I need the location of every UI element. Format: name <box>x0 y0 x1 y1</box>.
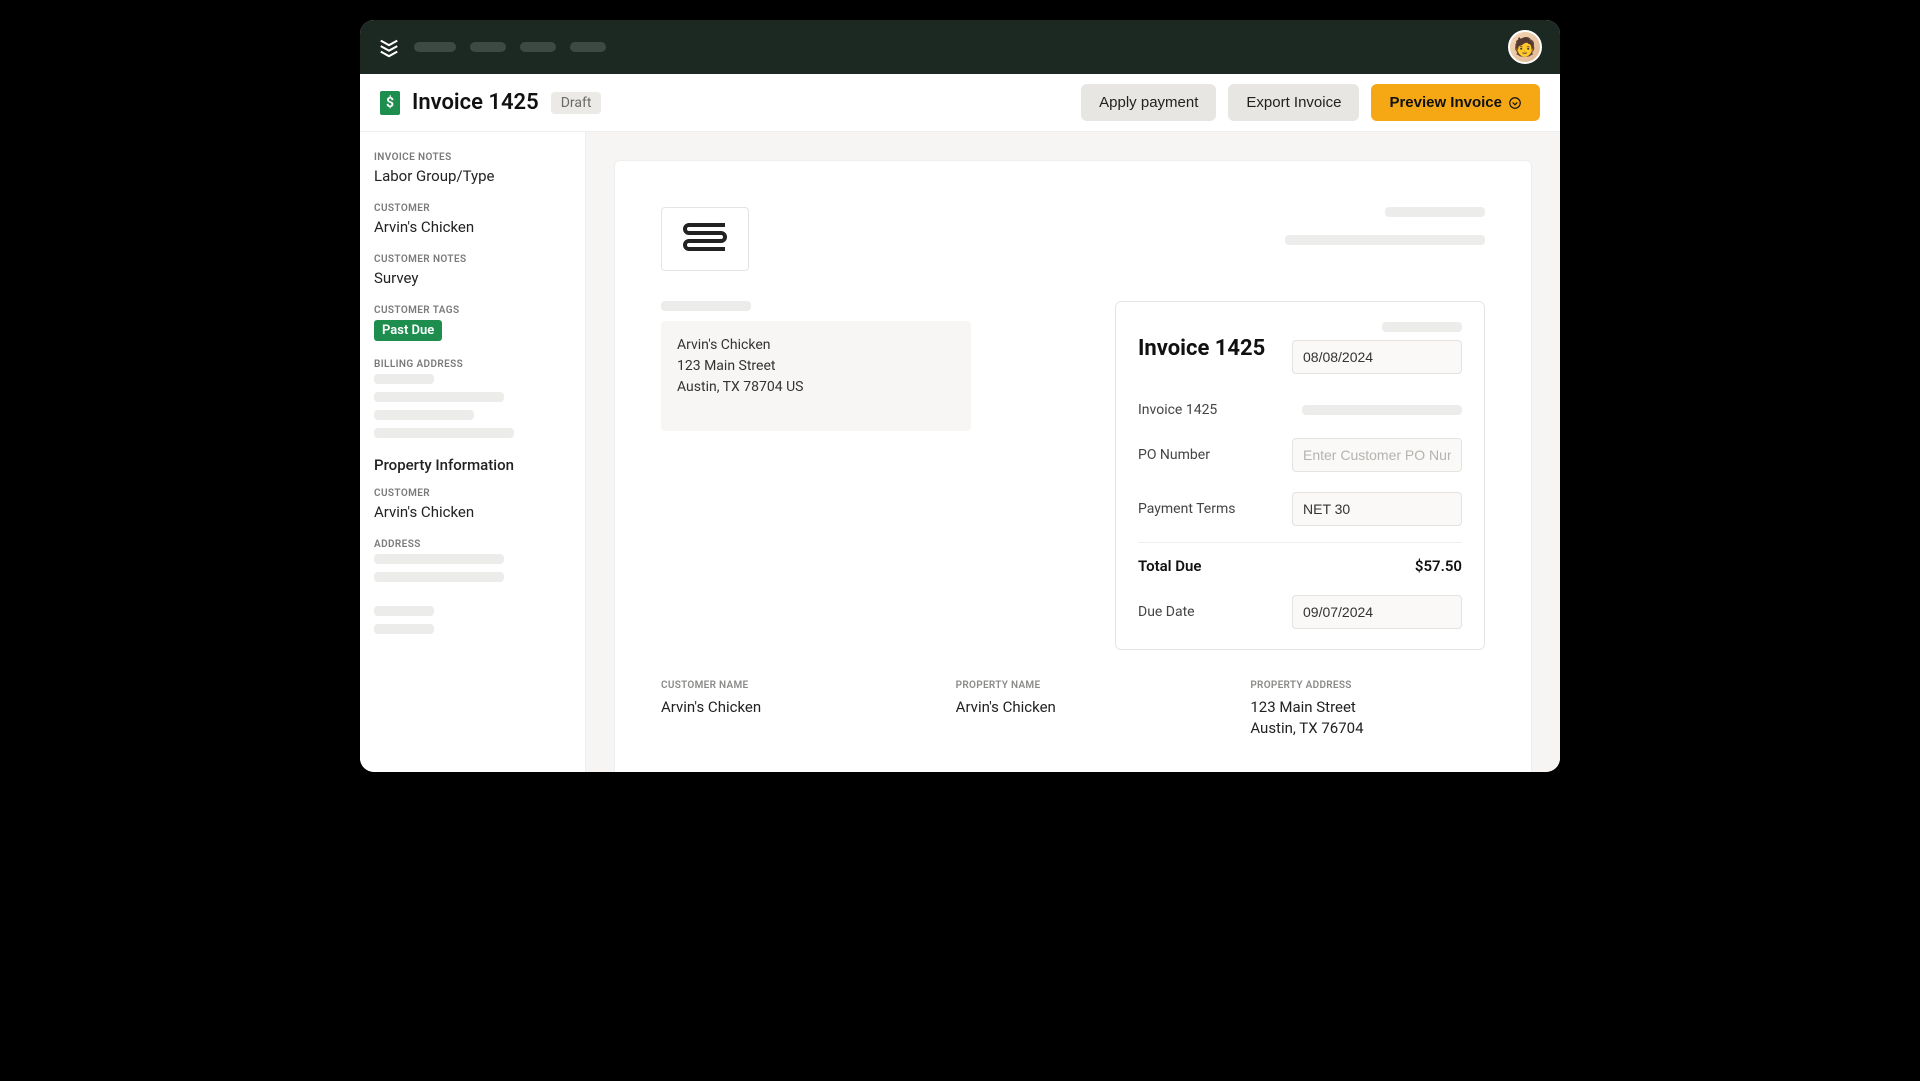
invoice-notes-value: Labor Group/Type <box>374 167 571 185</box>
skeleton <box>1285 235 1485 245</box>
nav-placeholder <box>470 42 506 52</box>
skeleton <box>374 606 434 616</box>
property-customer-value: Arvin's Chicken <box>374 503 571 521</box>
invoice-notes-label: INVOICE NOTES <box>374 152 571 163</box>
preview-invoice-label: Preview Invoice <box>1389 94 1502 111</box>
invoice-date-input[interactable] <box>1292 340 1462 374</box>
skeleton <box>1385 207 1485 217</box>
property-info-heading: Property Information <box>374 456 571 474</box>
total-due-value: $57.50 <box>1415 557 1462 575</box>
sheet-head-right <box>1285 207 1485 271</box>
bill-to-street: 123 Main Street <box>677 356 955 377</box>
nav-placeholder <box>414 42 456 52</box>
customer-value: Arvin's Chicken <box>374 218 571 236</box>
due-date-label: Due Date <box>1138 604 1195 620</box>
skeleton <box>374 410 474 420</box>
invoice-sheet: Arvin's Chicken 123 Main Street Austin, … <box>614 160 1532 772</box>
due-date-input[interactable] <box>1292 595 1462 629</box>
po-number-label: PO Number <box>1138 447 1210 463</box>
skeleton <box>374 554 504 564</box>
page-title: Invoice 1425 <box>412 90 539 115</box>
company-logo-icon <box>675 217 735 261</box>
skeleton <box>1382 322 1462 332</box>
invoice-summary-card: Invoice 1425 Invoice 1425 PO Number <box>1115 301 1485 650</box>
invoice-number-label: Invoice 1425 <box>1138 402 1217 418</box>
chevron-down-icon <box>1508 96 1522 110</box>
titlebar: 🧑 <box>360 20 1560 74</box>
app-window: 🧑 $ Invoice 1425 Draft Apply payment Exp… <box>360 20 1560 772</box>
property-address-label: PROPERTY ADDRESS <box>1250 680 1485 691</box>
billing-address-label: BILLING ADDRESS <box>374 359 571 370</box>
customer-label: CUSTOMER <box>374 203 571 214</box>
skeleton <box>661 301 751 311</box>
nav-placeholder <box>570 42 606 52</box>
bill-to-name: Arvin's Chicken <box>677 335 955 356</box>
app-logo-icon <box>378 36 400 58</box>
customer-name-value: Arvin's Chicken <box>661 697 896 718</box>
address-label: ADDRESS <box>374 539 571 550</box>
user-avatar[interactable]: 🧑 <box>1508 30 1542 64</box>
skeleton <box>374 624 434 634</box>
po-number-input[interactable] <box>1292 438 1462 472</box>
status-badge: Draft <box>551 92 602 114</box>
total-due-label: Total Due <box>1138 557 1202 575</box>
property-customer-label: CUSTOMER <box>374 488 571 499</box>
customer-notes-label: CUSTOMER NOTES <box>374 254 571 265</box>
company-logo <box>661 207 749 271</box>
bill-to-block[interactable]: Arvin's Chicken 123 Main Street Austin, … <box>661 321 971 431</box>
skeleton <box>374 392 504 402</box>
customer-tags-label: CUSTOMER TAGS <box>374 305 571 316</box>
main-area: Arvin's Chicken 123 Main Street Austin, … <box>586 132 1560 772</box>
property-name-label: PROPERTY NAME <box>956 680 1191 691</box>
invoice-title: Invoice 1425 <box>1138 336 1265 361</box>
skeleton <box>374 428 514 438</box>
sidebar: INVOICE NOTES Labor Group/Type CUSTOMER … <box>360 132 586 772</box>
skeleton <box>1302 405 1462 415</box>
customer-name-label: CUSTOMER NAME <box>661 680 896 691</box>
toolbar: $ Invoice 1425 Draft Apply payment Expor… <box>360 74 1560 132</box>
content-body: INVOICE NOTES Labor Group/Type CUSTOMER … <box>360 132 1560 772</box>
bill-to-city: Austin, TX 78704 US <box>677 377 955 398</box>
invoice-dollar-icon: $ <box>380 91 400 115</box>
nav-placeholder <box>520 42 556 52</box>
apply-payment-button[interactable]: Apply payment <box>1081 84 1216 121</box>
customer-notes-value: Survey <box>374 269 571 287</box>
property-address-value: 123 Main Street Austin, TX 76704 <box>1250 697 1485 739</box>
payment-terms-label: Payment Terms <box>1138 501 1235 517</box>
skeleton <box>374 572 504 582</box>
past-due-tag: Past Due <box>374 320 442 341</box>
export-invoice-button[interactable]: Export Invoice <box>1228 84 1359 121</box>
preview-invoice-button[interactable]: Preview Invoice <box>1371 84 1540 121</box>
payment-terms-input[interactable] <box>1292 492 1462 526</box>
skeleton <box>374 374 434 384</box>
property-name-value: Arvin's Chicken <box>956 697 1191 718</box>
